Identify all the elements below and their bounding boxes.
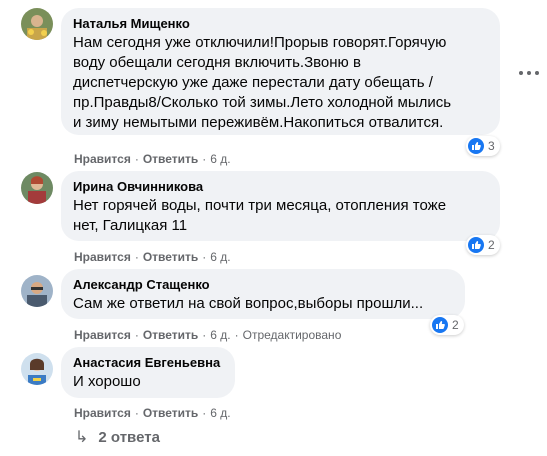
avatar[interactable] — [21, 353, 53, 385]
comment-actions: Нравится · Ответить · 6 д. — [74, 406, 231, 420]
comment-bubble: Александр Стащенко Сам же ответил на сво… — [61, 269, 465, 319]
reaction-count[interactable]: 3 — [466, 136, 500, 156]
comment-author[interactable]: Ирина Овчинникова — [73, 179, 488, 195]
comment-author[interactable]: Наталья Мищенко — [73, 16, 488, 32]
reaction-count[interactable]: 2 — [430, 315, 464, 335]
comment-actions: Нравится · Ответить · 6 д. · Отредактировано — [74, 328, 342, 342]
like-button[interactable]: Нравится — [74, 250, 131, 264]
comment-actions: Нравится · Ответить · 6 д. — [74, 250, 231, 264]
comment-text: И хорошо — [73, 373, 141, 390]
reply-button[interactable]: Ответить — [143, 152, 198, 166]
comment-bubble: Анастасия Евгеньевна И хорошо — [61, 347, 235, 398]
like-button[interactable]: Нравится — [74, 406, 131, 420]
like-button[interactable]: Нравится — [74, 328, 131, 342]
comment-text: Сам же ответил на свой вопрос,выборы про… — [73, 295, 424, 312]
timestamp[interactable]: 6 д. — [210, 406, 230, 420]
avatar[interactable] — [21, 8, 53, 40]
comment-author[interactable]: Анастасия Евгеньевна — [73, 355, 223, 371]
like-button[interactable]: Нравится — [74, 152, 131, 166]
avatar[interactable] — [21, 172, 53, 204]
view-replies-link[interactable]: ↳ 2 ответа — [75, 427, 160, 447]
reply-button[interactable]: Ответить — [143, 250, 198, 264]
like-reaction-icon — [468, 138, 484, 154]
comment-author[interactable]: Александр Стащенко — [73, 277, 453, 293]
reply-button[interactable]: Ответить — [143, 328, 198, 342]
reaction-count[interactable]: 2 — [466, 235, 500, 255]
like-reaction-icon — [468, 237, 484, 253]
comment-text: Нет горячей воды, почти три месяца, отоп… — [73, 197, 447, 234]
timestamp[interactable]: 6 д. — [210, 250, 230, 264]
comment-actions: Нравится · Ответить · 6 д. — [74, 152, 231, 166]
reply-button[interactable]: Ответить — [143, 406, 198, 420]
avatar[interactable] — [21, 275, 53, 307]
comment-text: Нам сегодня уже отключили!Прорыв говорят… — [73, 34, 452, 131]
more-options-icon[interactable] — [519, 66, 539, 80]
comment-bubble: Наталья Мищенко Нам сегодня уже отключил… — [61, 8, 500, 135]
like-reaction-icon — [432, 317, 448, 333]
timestamp[interactable]: 6 д. — [210, 328, 230, 342]
edited-label[interactable]: Отредактировано — [243, 328, 342, 342]
reply-arrow-icon: ↳ — [75, 429, 89, 446]
comment-bubble: Ирина Овчинникова Нет горячей воды, почт… — [61, 171, 500, 241]
timestamp[interactable]: 6 д. — [210, 152, 230, 166]
